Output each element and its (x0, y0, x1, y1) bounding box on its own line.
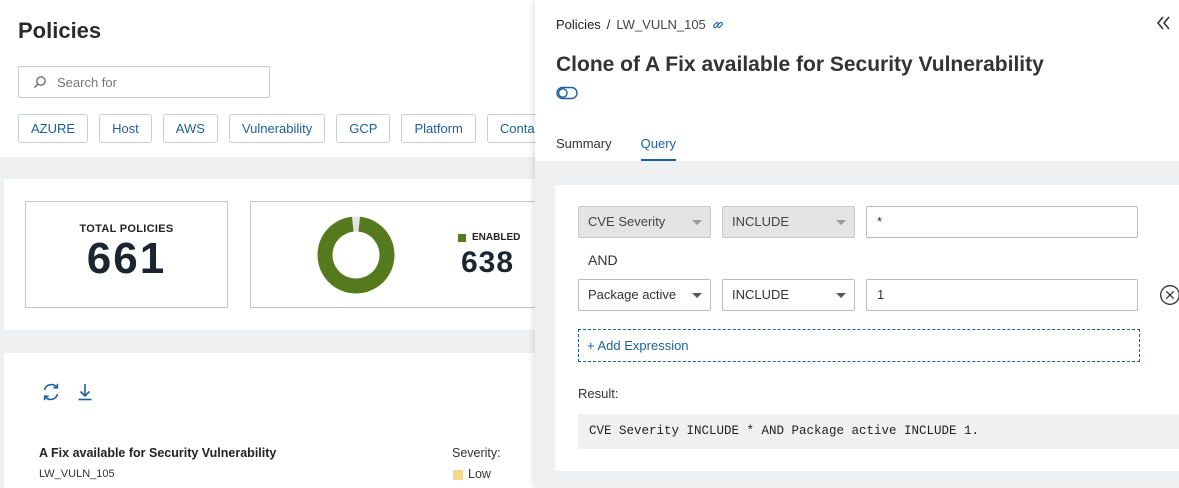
breadcrumb-current: LW_VULN_105 (616, 17, 706, 32)
breadcrumb-policies-link[interactable]: Policies (556, 17, 601, 32)
severity-label: Severity: (452, 446, 501, 460)
chevron-down-icon (692, 220, 702, 225)
tag-container[interactable]: Conta (486, 114, 540, 143)
add-expression-button[interactable]: + Add Expression (578, 329, 1140, 362)
enabled-policies-value: 638 (461, 246, 515, 279)
remove-expression-icon[interactable] (1159, 284, 1179, 306)
breadcrumb: Policies / LW_VULN_105 (556, 17, 724, 32)
refresh-icon[interactable] (40, 381, 62, 403)
expression-2-field-value: Package active (588, 287, 677, 302)
chevron-down-icon (836, 293, 846, 298)
drawer-title: Clone of A Fix available for Security Vu… (556, 53, 1044, 76)
tag-platform[interactable]: Platform (401, 114, 476, 143)
search-input[interactable] (57, 73, 257, 91)
query-panel: CVE Severity INCLUDE * AND Package activ… (535, 161, 1179, 488)
result-query-text: CVE Severity INCLUDE * AND Package activ… (578, 414, 1179, 449)
enabled-legend-swatch (458, 234, 466, 242)
expression-1-operator-select[interactable]: INCLUDE (722, 206, 855, 238)
expression-2-operator-value: INCLUDE (732, 287, 790, 302)
toggle-icon[interactable] (556, 86, 578, 100)
download-icon[interactable] (74, 381, 96, 403)
total-policies-value: 661 (86, 234, 167, 283)
drawer-tabs: Summary Query (556, 136, 677, 161)
tab-query[interactable]: Query (640, 136, 677, 161)
stats-card: TOTAL POLICIES 661 ENABLED 638 (4, 179, 550, 330)
chevron-down-icon (836, 220, 846, 225)
link-icon[interactable] (712, 19, 724, 31)
expression-2-value-text: 1 (877, 287, 885, 302)
enabled-donut-chart (317, 216, 395, 294)
expression-1-value-input[interactable]: * (866, 206, 1138, 238)
policies-page: Policies AZURE Host AWS Vulnerability GC… (0, 0, 550, 488)
enabled-legend-label: ENABLED (472, 232, 521, 243)
tag-azure[interactable]: AZURE (18, 114, 89, 143)
and-connector-label: AND (588, 252, 618, 268)
filter-tags: AZURE Host AWS Vulnerability GCP Platfor… (18, 114, 540, 144)
tag-aws[interactable]: AWS (162, 114, 218, 143)
expression-2-field-select[interactable]: Package active (578, 279, 711, 311)
expression-1-value-text: * (877, 214, 883, 229)
expression-2-operator-select[interactable]: INCLUDE (722, 279, 855, 311)
tag-gcp[interactable]: GCP (336, 114, 391, 143)
enabled-policies-box: ENABLED 638 (250, 201, 550, 308)
collapse-drawer-icon[interactable] (1155, 14, 1173, 32)
tab-summary[interactable]: Summary (556, 136, 612, 161)
policy-id: LW_VULN_105 (39, 468, 115, 480)
query-builder: CVE Severity INCLUDE * AND Package activ… (555, 185, 1179, 471)
search-icon (34, 76, 46, 88)
expression-1-operator-value: INCLUDE (732, 214, 790, 229)
severity-value: Low (468, 467, 491, 481)
tag-host[interactable]: Host (99, 114, 152, 143)
breadcrumb-separator: / (606, 17, 611, 32)
policy-drawer: Policies / LW_VULN_105 Clone of A Fix av… (535, 0, 1179, 488)
total-policies-box: TOTAL POLICIES 661 (25, 201, 228, 308)
page-header: Policies AZURE Host AWS Vulnerability GC… (0, 0, 540, 157)
page-title: Policies (18, 18, 102, 43)
search-box[interactable] (18, 66, 270, 98)
expression-2-value-input[interactable]: 1 (866, 279, 1138, 311)
expression-1-field-select[interactable]: CVE Severity (578, 206, 711, 238)
result-label: Result: (578, 386, 619, 401)
expression-1-field-value: CVE Severity (588, 214, 666, 229)
policy-list-card: A Fix available for Security Vulnerabili… (4, 353, 540, 488)
chevron-down-icon (692, 293, 702, 298)
severity-swatch (453, 470, 463, 480)
tag-vulnerability[interactable]: Vulnerability (228, 114, 326, 143)
policy-name[interactable]: A Fix available for Security Vulnerabili… (39, 446, 276, 460)
